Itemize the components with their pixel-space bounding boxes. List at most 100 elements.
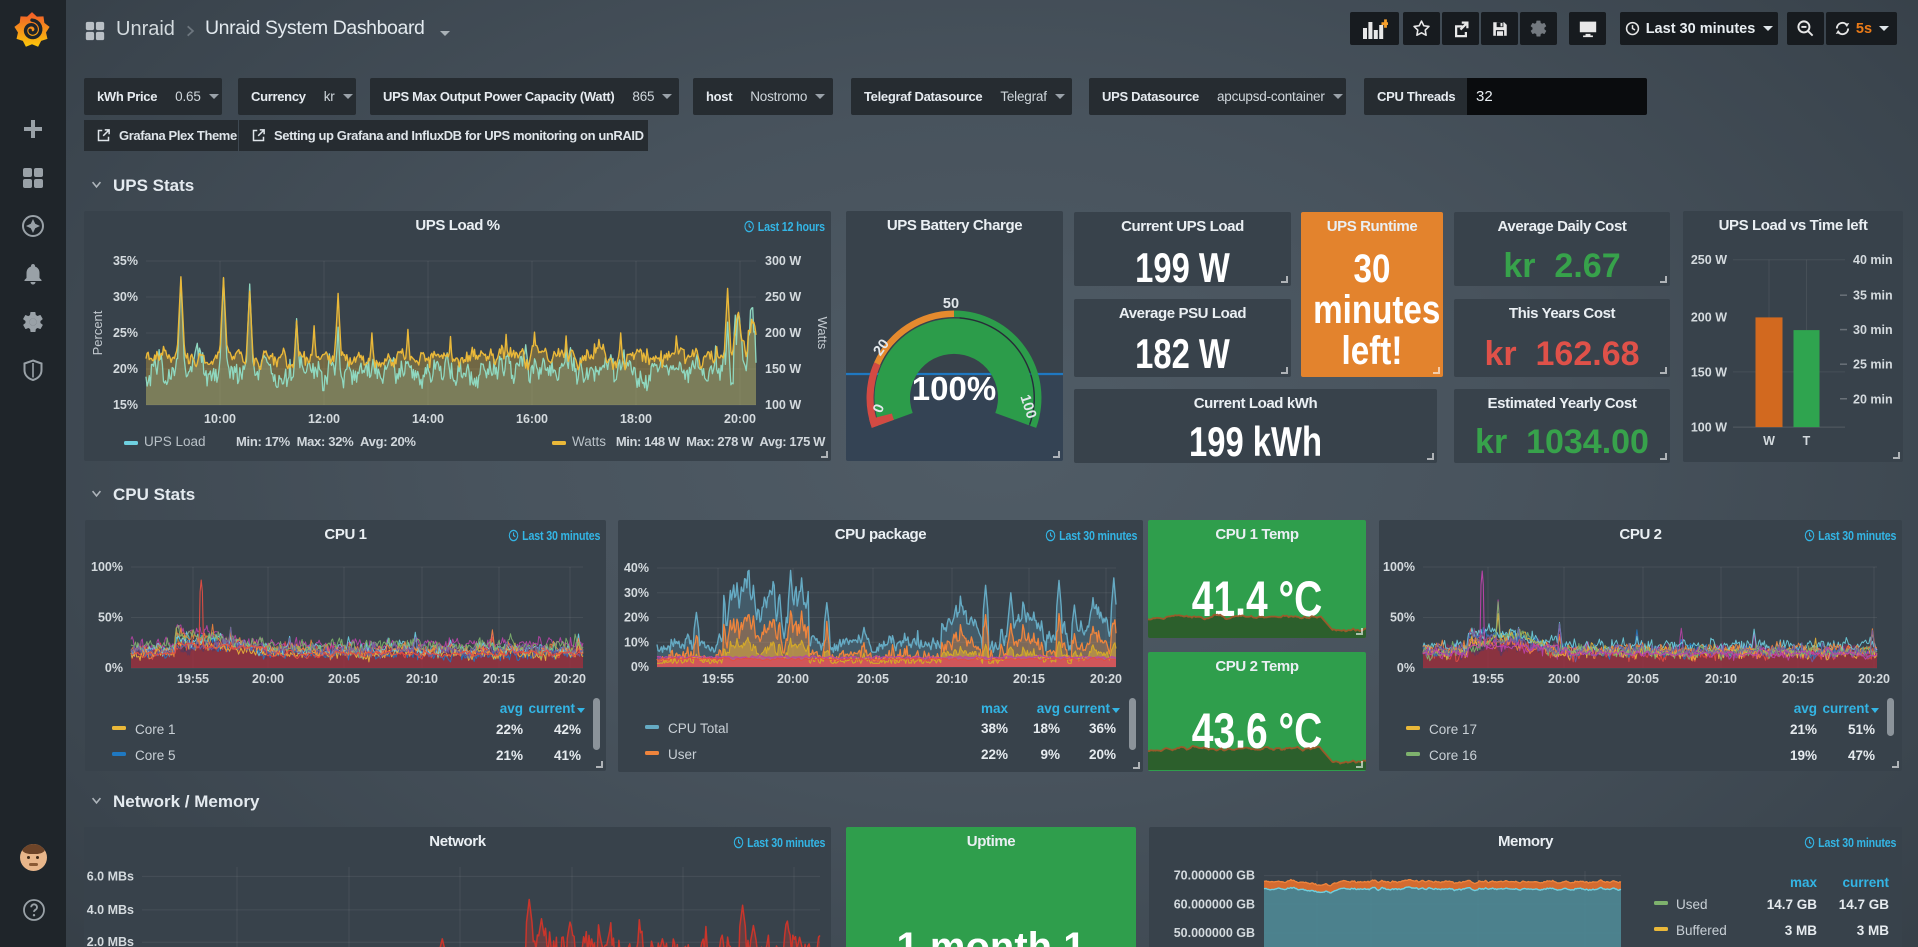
svg-text:20:10: 20:10 [936, 672, 968, 686]
svg-text:16:00: 16:00 [516, 412, 548, 426]
svg-text:10%: 10% [624, 635, 649, 649]
svg-text:20:00: 20:00 [777, 672, 809, 686]
svg-text:35 min: 35 min [1853, 289, 1893, 303]
svg-text:18%: 18% [1033, 721, 1060, 736]
svg-text:25%: 25% [113, 326, 138, 340]
svg-text:42%: 42% [554, 722, 581, 737]
svg-text:20%: 20% [1089, 747, 1116, 762]
svg-text:20:00: 20:00 [724, 412, 756, 426]
svg-text:current: current [1063, 701, 1110, 716]
svg-text:40 min: 40 min [1853, 253, 1893, 267]
svg-text:150 W: 150 W [765, 362, 801, 376]
svg-text:Watts: Watts [815, 317, 830, 350]
svg-text:300 W: 300 W [765, 254, 801, 268]
svg-text:30%: 30% [624, 586, 649, 600]
svg-text:20:20: 20:20 [554, 672, 586, 686]
svg-text:6.0 MBs: 6.0 MBs [87, 869, 134, 883]
svg-text:100 W: 100 W [765, 398, 801, 412]
svg-text:4.0 MBs: 4.0 MBs [87, 903, 134, 917]
svg-text:Min: 17% Max: 32% Avg: 20%: Min: 17% Max: 32% Avg: 20% [236, 434, 416, 449]
svg-text:20:15: 20:15 [1013, 672, 1045, 686]
svg-text:50: 50 [943, 296, 959, 312]
svg-text:20:00: 20:00 [252, 672, 284, 686]
svg-text:3 MB: 3 MB [1857, 923, 1890, 938]
svg-text:20:15: 20:15 [483, 672, 515, 686]
svg-text:60.000000 GB: 60.000000 GB [1174, 897, 1255, 911]
svg-text:50%: 50% [1390, 611, 1415, 625]
svg-text:35%: 35% [113, 254, 138, 268]
svg-text:12:00: 12:00 [308, 412, 340, 426]
svg-text:40%: 40% [624, 561, 649, 575]
svg-text:Watts: Watts [572, 434, 606, 449]
svg-text:200 W: 200 W [765, 326, 801, 340]
svg-text:21%: 21% [496, 748, 523, 763]
svg-text:Buffered: Buffered [1676, 923, 1727, 938]
svg-text:max: max [1790, 875, 1818, 890]
svg-text:47%: 47% [1848, 748, 1875, 763]
svg-text:38%: 38% [981, 721, 1008, 736]
svg-text:50%: 50% [98, 611, 123, 625]
svg-text:current: current [1822, 701, 1869, 716]
svg-text:Used: Used [1676, 897, 1708, 912]
svg-text:9%: 9% [1040, 747, 1060, 762]
svg-text:W: W [1763, 434, 1775, 448]
svg-text:UPS Load: UPS Load [144, 434, 206, 449]
svg-text:avg: avg [500, 701, 523, 716]
svg-text:41%: 41% [554, 748, 581, 763]
svg-text:19:55: 19:55 [1472, 672, 1504, 686]
svg-text:Core 5: Core 5 [135, 748, 176, 763]
svg-text:current: current [528, 701, 575, 716]
svg-text:18:00: 18:00 [620, 412, 652, 426]
svg-text:CPU Total: CPU Total [668, 721, 729, 736]
svg-text:0%: 0% [1397, 661, 1415, 675]
svg-text:3 MB: 3 MB [1785, 923, 1818, 938]
svg-text:User: User [668, 747, 697, 762]
svg-text:150 W: 150 W [1691, 365, 1727, 379]
svg-text:20:20: 20:20 [1858, 672, 1890, 686]
svg-text:14.7 GB: 14.7 GB [1839, 897, 1890, 912]
svg-text:20%: 20% [113, 362, 138, 376]
svg-text:20:05: 20:05 [1627, 672, 1659, 686]
svg-text:51%: 51% [1848, 722, 1875, 737]
svg-text:20 min: 20 min [1853, 392, 1893, 406]
svg-text:20:10: 20:10 [1705, 672, 1737, 686]
svg-text:avg: avg [1794, 701, 1817, 716]
svg-text:100%: 100% [91, 560, 123, 574]
svg-text:20:20: 20:20 [1090, 672, 1122, 686]
svg-text:15%: 15% [113, 398, 138, 412]
svg-text:20:00: 20:00 [1548, 672, 1580, 686]
svg-text:20:05: 20:05 [328, 672, 360, 686]
svg-text:max: max [981, 701, 1009, 716]
svg-text:19%: 19% [1790, 748, 1817, 763]
svg-text:30 min: 30 min [1853, 323, 1893, 337]
svg-text:avg: avg [1037, 701, 1060, 716]
svg-text:25 min: 25 min [1853, 358, 1893, 372]
svg-text:14:00: 14:00 [412, 412, 444, 426]
svg-text:20:15: 20:15 [1782, 672, 1814, 686]
svg-text:Core 16: Core 16 [1429, 748, 1477, 763]
svg-text:Min: 148 W Max: 278 W Avg: 1: Min: 148 W Max: 278 W Avg: 175 W [616, 434, 826, 449]
svg-text:200 W: 200 W [1691, 310, 1727, 324]
svg-text:20:10: 20:10 [406, 672, 438, 686]
svg-text:250 W: 250 W [1691, 253, 1727, 267]
svg-text:21%: 21% [1790, 722, 1817, 737]
svg-text:36%: 36% [1089, 721, 1116, 736]
svg-text:T: T [1803, 434, 1811, 448]
svg-text:2.0 MBs: 2.0 MBs [87, 935, 134, 947]
svg-text:current: current [1842, 875, 1889, 890]
svg-text:20:05: 20:05 [857, 672, 889, 686]
svg-text:14.7 GB: 14.7 GB [1767, 897, 1818, 912]
svg-text:20%: 20% [624, 611, 649, 625]
svg-text:22%: 22% [496, 722, 523, 737]
svg-text:10:00: 10:00 [204, 412, 236, 426]
svg-text:0%: 0% [105, 661, 123, 675]
svg-text:Core 1: Core 1 [135, 722, 176, 737]
svg-text:70.000000 GB: 70.000000 GB [1174, 869, 1255, 883]
svg-text:Core 17: Core 17 [1429, 722, 1477, 737]
svg-text:0%: 0% [631, 660, 649, 674]
svg-text:30%: 30% [113, 290, 138, 304]
svg-text:100 W: 100 W [1691, 421, 1727, 435]
svg-text:19:55: 19:55 [702, 672, 734, 686]
svg-text:100%: 100% [912, 370, 996, 407]
svg-text:50.000000 GB: 50.000000 GB [1174, 926, 1255, 940]
